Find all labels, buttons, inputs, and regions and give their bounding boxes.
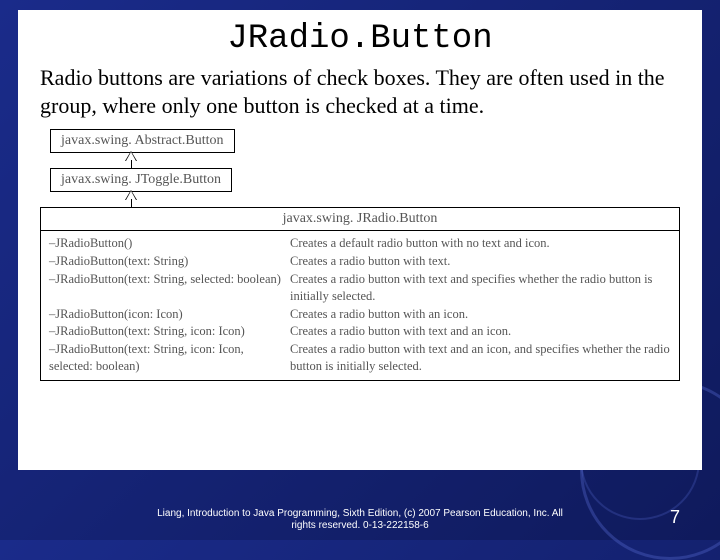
constructor-row: –JRadioButton(icon: Icon) Creates a radi… <box>49 306 671 323</box>
constructor-desc: Creates a radio button with text and an … <box>284 323 671 340</box>
constructor-sig: –JRadioButton(text: String, icon: Icon, … <box>49 341 284 375</box>
class-jradiobutton-header: javax.swing. JRadio.Button <box>41 208 679 231</box>
constructor-list: –JRadioButton() Creates a default radio … <box>41 231 679 380</box>
constructor-desc: Creates a radio button with text and an … <box>284 341 671 375</box>
inheritance-line <box>131 199 132 207</box>
constructor-sig: –JRadioButton(text: String, icon: Icon) <box>49 323 284 340</box>
constructor-sig: –JRadioButton(text: String) <box>49 253 284 270</box>
constructor-row: –JRadioButton(text: String) Creates a ra… <box>49 253 671 270</box>
constructor-desc: Creates a radio button with an icon. <box>284 306 671 323</box>
footer-citation: Liang, Introduction to Java Programming,… <box>0 508 720 532</box>
uml-diagram: javax.swing. Abstract.Button javax.swing… <box>40 129 680 449</box>
class-abstractbutton: javax.swing. Abstract.Button <box>50 129 235 153</box>
class-jtogglebutton: javax.swing. JToggle.Button <box>50 168 232 192</box>
slide-title: JRadio.Button <box>40 20 680 58</box>
constructor-sig: –JRadioButton(icon: Icon) <box>49 306 284 323</box>
class-jradiobutton-box: javax.swing. JRadio.Button –JRadioButton… <box>40 207 680 381</box>
footer-line2: rights reserved. 0-13-222158-6 <box>291 520 428 531</box>
constructor-sig: –JRadioButton(text: String, selected: bo… <box>49 271 284 288</box>
constructor-row: –JRadioButton(text: String, icon: Icon) … <box>49 323 671 340</box>
constructor-row: –JRadioButton(text: String, icon: Icon, … <box>49 341 671 375</box>
constructor-sig: –JRadioButton() <box>49 235 284 252</box>
footer-line1: Liang, Introduction to Java Programming,… <box>157 508 563 519</box>
inheritance-line <box>131 160 132 168</box>
constructor-row: –JRadioButton() Creates a default radio … <box>49 235 671 252</box>
page-number: 7 <box>670 507 680 528</box>
constructor-desc: Creates a radio button with text. <box>284 253 671 270</box>
slide-content: JRadio.Button Radio buttons are variatio… <box>18 10 702 470</box>
constructor-desc: Creates a radio button with text and spe… <box>284 271 671 305</box>
constructor-desc: Creates a default radio button with no t… <box>284 235 671 252</box>
intro-text: Radio buttons are variations of check bo… <box>40 64 680 119</box>
constructor-row: –JRadioButton(text: String, selected: bo… <box>49 271 671 305</box>
